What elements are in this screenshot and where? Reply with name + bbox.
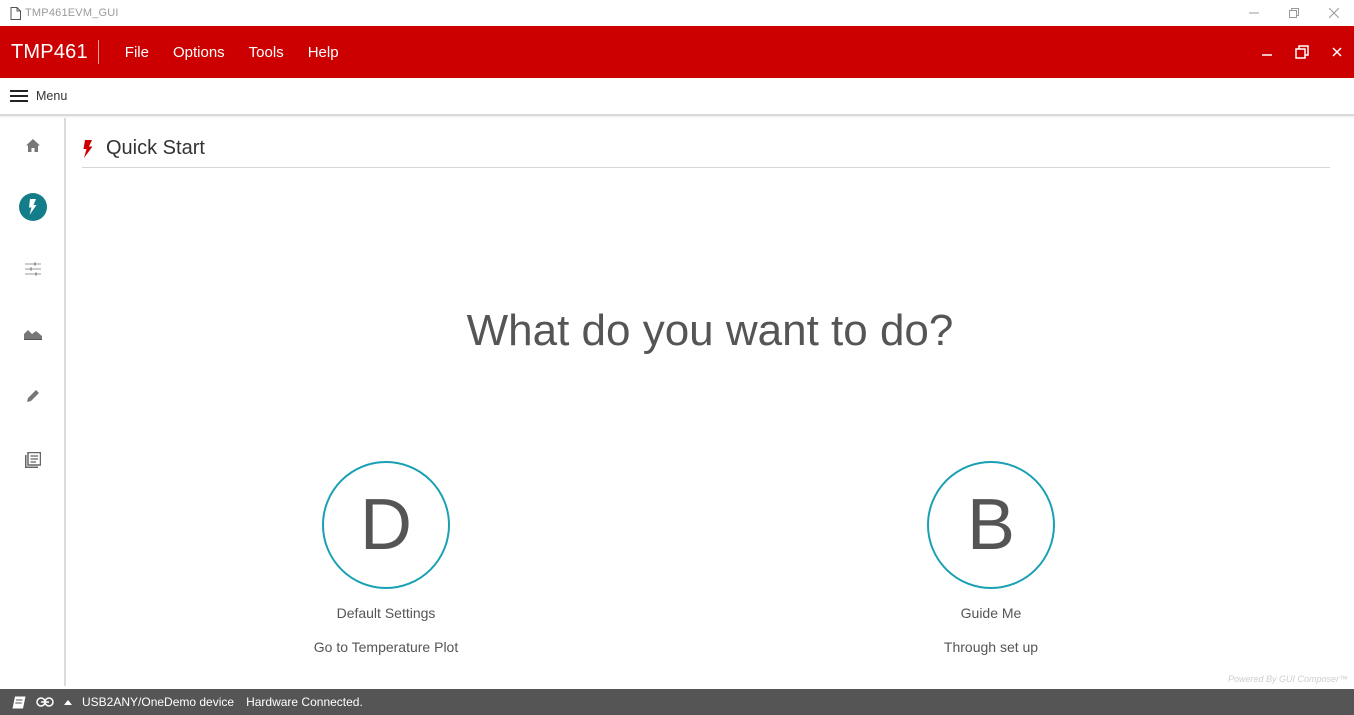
- os-close-button[interactable]: [1314, 0, 1354, 26]
- main-content: Quick Start What do you want to do? D De…: [66, 118, 1354, 686]
- registers-icon: [25, 452, 41, 468]
- document-icon: [10, 6, 21, 20]
- menu-options[interactable]: Options: [173, 44, 225, 61]
- choice-guide-me[interactable]: B Guide Me Through set up: [871, 461, 1111, 655]
- minimize-icon: [1249, 12, 1259, 14]
- status-bar: USB2ANY/OneDemo device Hardware Connecte…: [0, 689, 1354, 715]
- nav-settings[interactable]: [0, 261, 66, 277]
- os-restore-button[interactable]: [1274, 0, 1314, 26]
- home-icon: [26, 138, 40, 152]
- caret-up-icon: [64, 699, 72, 705]
- bolt-icon: [83, 139, 93, 158]
- os-title: TMP461EVM_GUI: [10, 5, 119, 21]
- pencil-icon: [27, 390, 39, 402]
- notebook-icon: [12, 696, 26, 708]
- minimize-icon: [1261, 54, 1272, 56]
- os-minimize-button[interactable]: [1234, 0, 1274, 26]
- restore-icon: [1294, 45, 1309, 59]
- choice-guide-sub[interactable]: Through set up: [871, 639, 1111, 655]
- status-device: USB2ANY/OneDemo device: [82, 695, 235, 709]
- section-title: Quick Start: [106, 137, 205, 159]
- link-icon: [36, 697, 54, 707]
- choice-default-sub[interactable]: Go to Temperature Plot: [266, 639, 506, 655]
- os-titlebar: TMP461EVM_GUI: [0, 0, 1354, 26]
- app-close-button[interactable]: [1319, 32, 1354, 72]
- menu-tools[interactable]: Tools: [249, 44, 284, 61]
- header-separator: [97, 40, 99, 64]
- left-nav-rail: [0, 118, 66, 686]
- close-icon: [1329, 8, 1339, 18]
- choice-b-circle[interactable]: B: [927, 461, 1055, 589]
- nav-quick-start[interactable]: [0, 192, 66, 222]
- app-name: TMP461: [11, 40, 88, 63]
- menu-toggle-label[interactable]: Menu: [36, 89, 67, 103]
- section-header: Quick Start: [82, 130, 1330, 168]
- restore-icon: [1289, 8, 1299, 18]
- choice-guide-label[interactable]: Guide Me: [871, 605, 1111, 621]
- app-maximize-button[interactable]: [1284, 32, 1319, 72]
- choice-default-settings[interactable]: D Default Settings Go to Temperature Plo…: [266, 461, 506, 655]
- menu-bar: Menu: [0, 78, 1354, 116]
- choice-d-circle[interactable]: D: [322, 461, 450, 589]
- nav-registers[interactable]: [0, 451, 66, 469]
- menu-help[interactable]: Help: [308, 44, 339, 61]
- app-header: TMP461 File Options Tools Help: [0, 26, 1354, 78]
- nav-edit[interactable]: [0, 388, 66, 404]
- nav-home[interactable]: [0, 134, 66, 156]
- quick-start-bolt-icon: [19, 193, 47, 221]
- status-connection-button[interactable]: [36, 697, 54, 707]
- hamburger-menu-icon[interactable]: [10, 89, 28, 103]
- app-window-controls: [1249, 26, 1354, 78]
- area-chart-icon: [24, 330, 42, 340]
- app-minimize-button[interactable]: [1249, 32, 1284, 72]
- os-window-controls: [1234, 0, 1354, 26]
- window-title: TMP461EVM_GUI: [25, 7, 119, 19]
- choice-default-label[interactable]: Default Settings: [266, 605, 506, 621]
- status-log-button[interactable]: [12, 696, 26, 709]
- nav-plot[interactable]: [0, 326, 66, 342]
- powered-by-label: Powered By GUI Composer™: [1227, 674, 1348, 684]
- status-connection: Hardware Connected.: [246, 695, 363, 709]
- close-icon: [1331, 47, 1342, 57]
- page-headline: What do you want to do?: [466, 306, 954, 355]
- sliders-icon: [25, 262, 41, 276]
- menu-file[interactable]: File: [125, 44, 149, 61]
- status-expand-button[interactable]: [64, 699, 72, 705]
